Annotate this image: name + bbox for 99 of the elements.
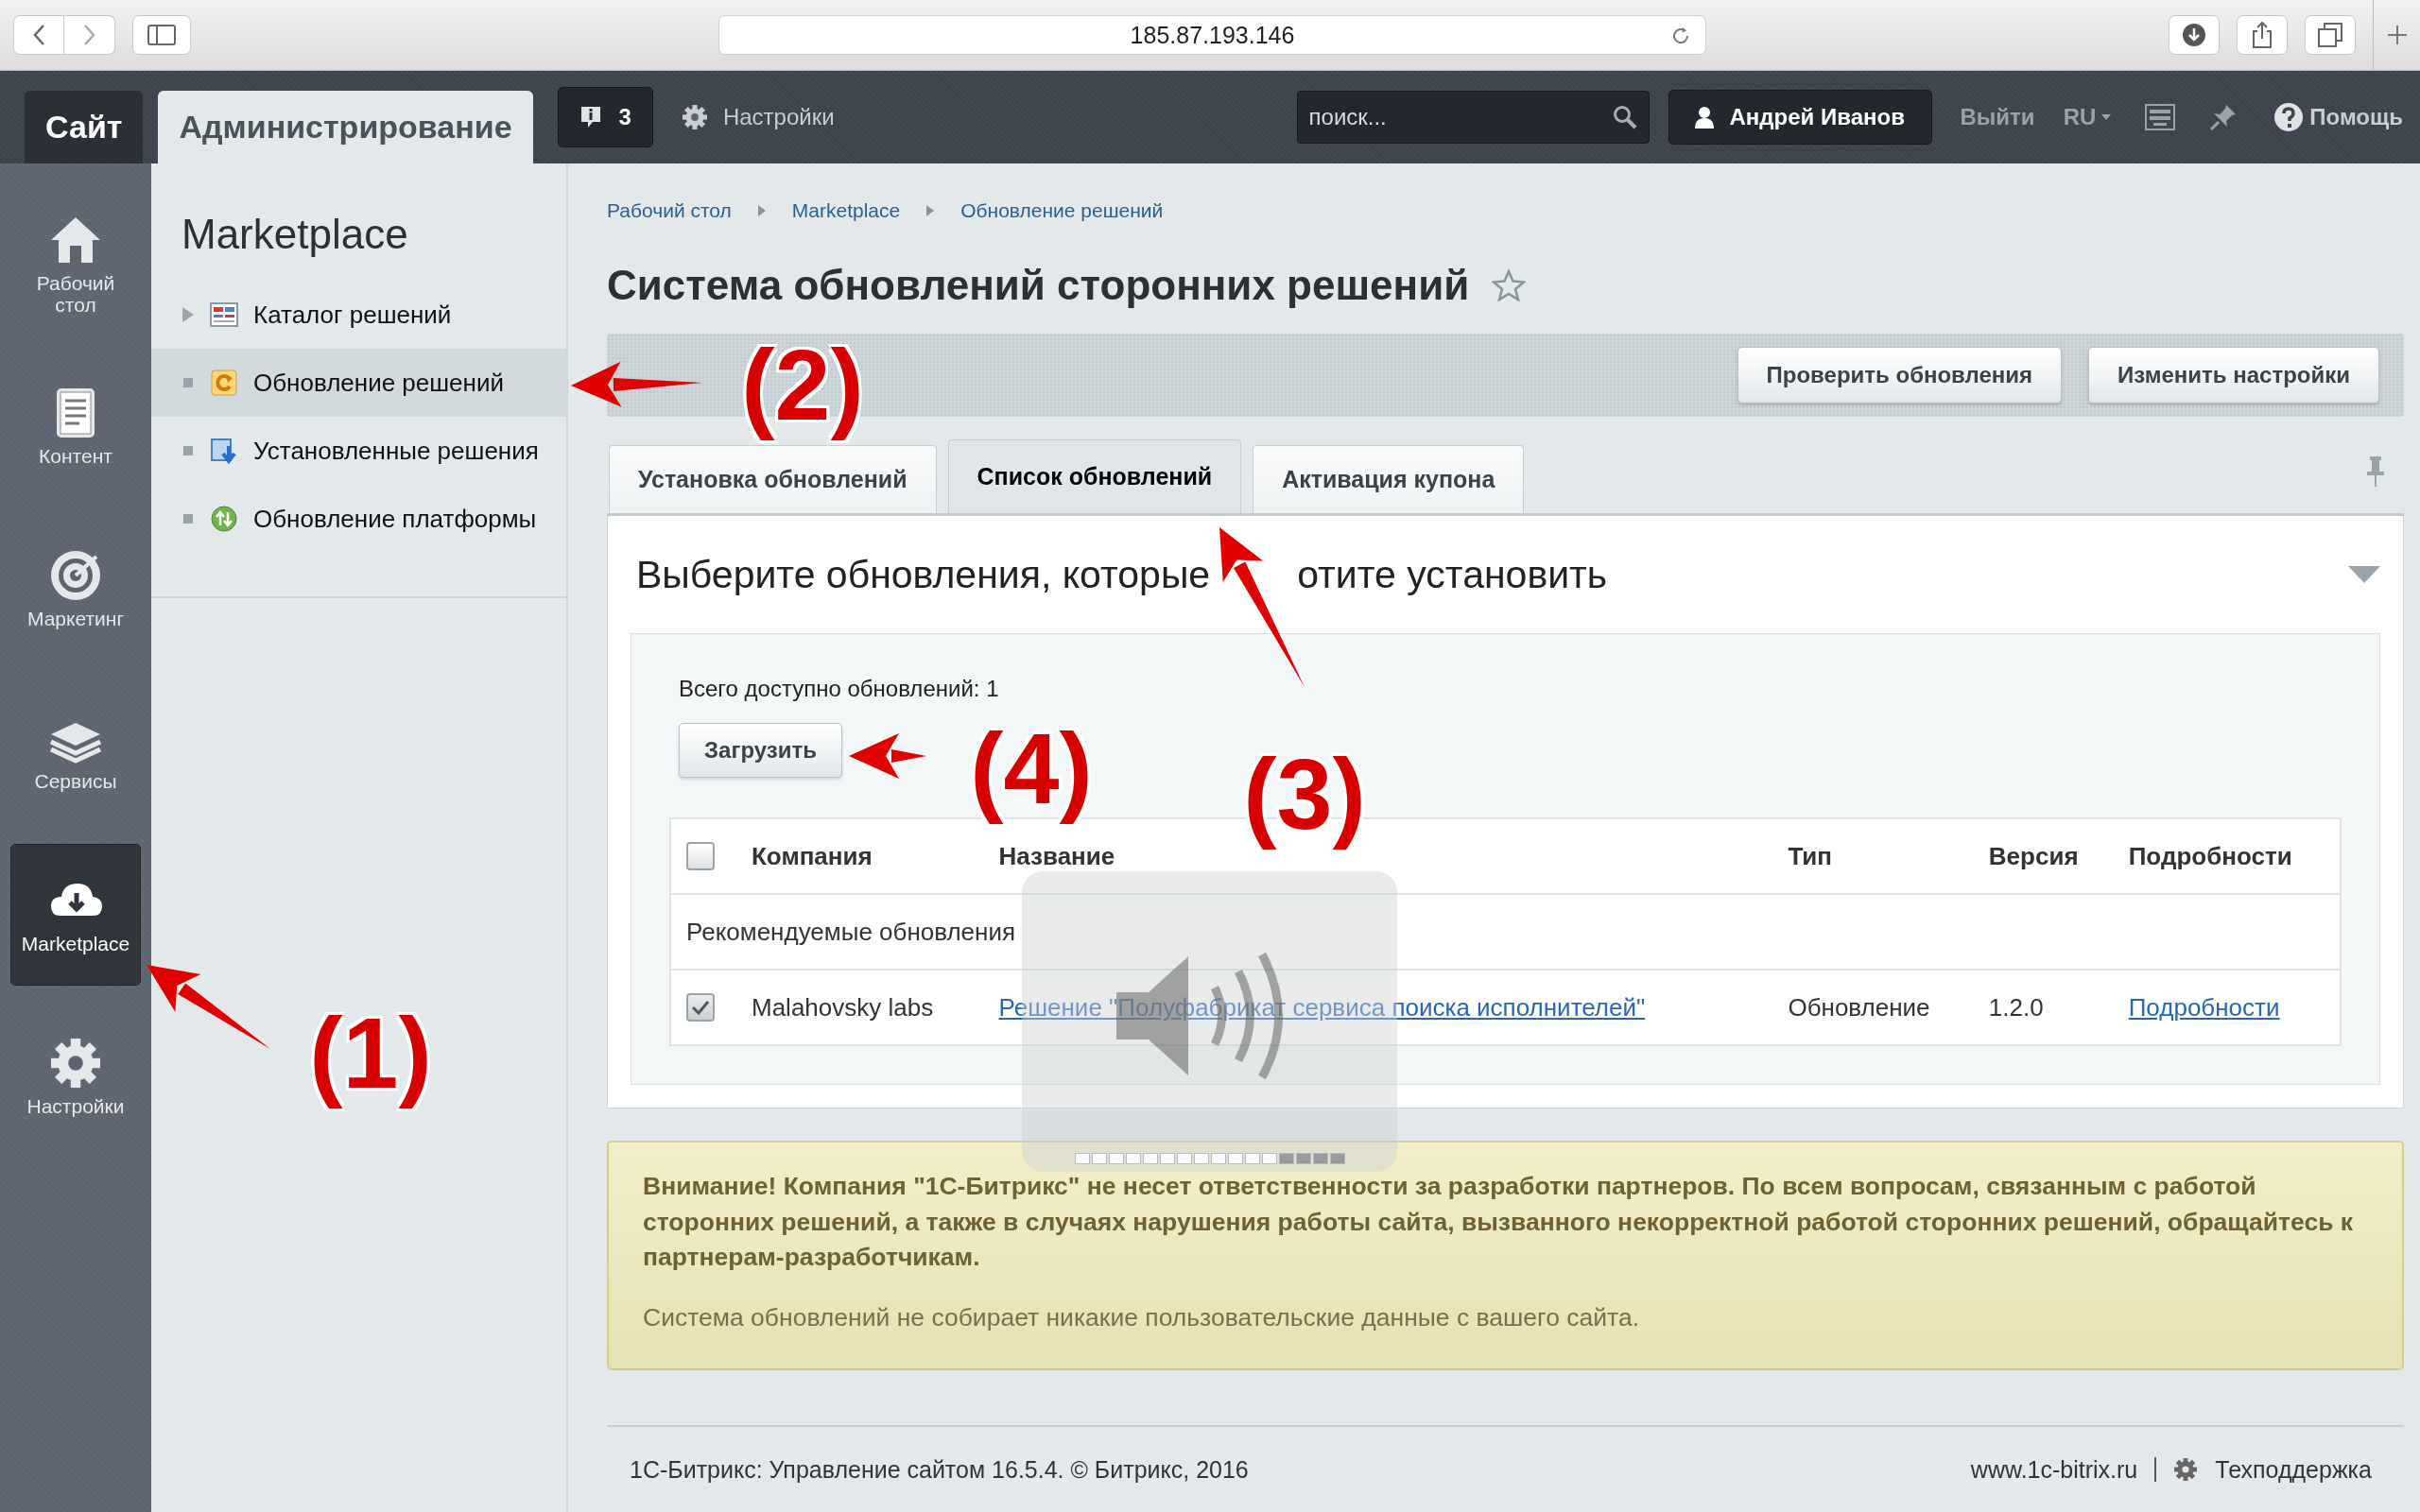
pin-icon[interactable] [2209,103,2238,131]
tab[interactable]: Установка обновлений [609,445,937,513]
menu-label: Обновление решений [253,368,504,398]
keyboard-icon[interactable] [2145,104,2176,130]
downloads-button[interactable] [2169,15,2220,55]
checkbox[interactable] [686,842,715,870]
help-link[interactable]: Помощь [2309,104,2403,130]
settings-link[interactable]: Настройки [722,104,835,130]
address-field[interactable]: 185.87.193.146 [718,15,1706,55]
menu-label: Каталог решений [253,300,452,330]
nav-item[interactable]: Настройки [10,1006,141,1148]
updates-count: Всего доступно обновлений: 1 [679,676,1000,702]
search-field[interactable]: поиск... [1308,96,1613,138]
sidebar-button[interactable] [132,15,191,55]
pin-icon[interactable] [2366,455,2385,487]
nav-item[interactable]: Маркетинг [10,519,141,661]
section-heading: отите установить [1297,552,1608,597]
sidebar-icon [147,25,176,45]
breadcrumb-arrow-icon [926,205,935,216]
table-cell: Malahovsky labs [752,992,934,1022]
share-icon [2251,21,2273,49]
breadcrumb-arrow-icon [757,205,766,216]
caret-icon [2101,114,2112,120]
column-header: Версия [1973,818,2114,894]
column-header: Тип [1772,818,1974,894]
table-cell: 1.2.0 [1988,992,2044,1022]
user-button[interactable]: Андрей Иванов [1668,90,1932,145]
nav-label: Сервисы [34,770,117,793]
menu-item[interactable]: Обновление платформы [151,485,566,553]
install-icon [210,437,238,465]
notifications-button[interactable]: 3 [557,87,653,147]
help-icon [2273,102,2305,132]
nav-label: Контент [39,445,112,468]
page-title: Система обновлений сторонних решений [607,262,1470,309]
url-text: 185.87.193.146 [1130,21,1295,49]
gear-icon [2173,1457,2199,1482]
share-button[interactable] [2237,15,2288,55]
check-icon [691,1000,710,1015]
nav-label: Настройки [26,1095,125,1118]
nav-item[interactable]: Marketplace [10,844,141,986]
gear-icon [49,1037,102,1091]
info-text: Система обновлений не собирает никакие пользовательские данные с вашего сайта. [643,1301,1640,1333]
collapse-arrow-icon[interactable] [2348,566,2380,583]
breadcrumb-link[interactable]: Рабочий стол [607,199,732,222]
forward-icon [82,24,96,46]
menu-label: Установленные решения [253,436,539,466]
tab[interactable]: Активация купона [1253,445,1525,513]
details-link[interactable]: Подробности [2128,992,2280,1022]
breadcrumb-link[interactable]: Marketplace [791,199,901,222]
copyright-text: 1С-Битрикс: Управление сайтом 16.5.4. © Битрикс, 2016 [630,1455,1249,1484]
tab[interactable]: Список обновлений [947,439,1242,513]
toolbar-button[interactable]: Проверить обновления [1737,347,2063,404]
logout-link[interactable]: Выйти [1960,104,2035,130]
star-icon[interactable] [1492,269,1527,301]
column-header: Компания [736,818,984,894]
header-tab[interactable]: Администрирование [158,91,533,163]
section-heading: Выберите обновления, которые [636,552,1211,597]
expand-arrow-icon[interactable] [182,307,194,322]
search-box[interactable]: поиск... [1296,91,1650,144]
support-link[interactable]: Техподдержка [2215,1455,2372,1484]
language-selector[interactable]: RU [2063,104,2112,130]
gear-icon [681,104,708,130]
tabs-icon [2318,23,2342,47]
back-icon [32,24,45,46]
group-title: Рекомендуемые обновления [686,917,1016,946]
table-cell: Обновление [1788,992,1930,1022]
menu-item[interactable]: Обновление решений [151,349,566,417]
nav-item[interactable]: Сервисы [10,681,141,823]
nav-label: Рабочий стол [35,271,116,317]
section-title: Marketplace [181,210,409,259]
toolbar-button[interactable]: Изменить настройки [2088,347,2379,404]
site-link[interactable]: www.1c-bitrix.ru [1970,1455,2138,1484]
search-icon [1612,105,1637,129]
notification-count: 3 [618,104,631,130]
nav-label: Marketplace [21,933,130,955]
tabs-button[interactable] [2305,15,2356,55]
nav-item[interactable]: Рабочий стол [10,194,141,335]
info-icon [579,105,602,129]
column-header: Подробности [2113,818,2341,894]
annotation-label: (1) [308,996,433,1111]
refresh-icon [210,369,238,397]
menu-label: Обновление платформы [253,504,537,534]
menu-item[interactable]: Каталог решений [151,281,566,349]
warning-text: Внимание! Компания "1С-Битрикс" не несет ответственности за разработки партнеров. По всем вопросам, связанным с работой сторонних решений, а также в случаях нарушения работы сайта, вызванного некорректной работой сторонних решений, обращайтесь к партнерам-разработчикам. [643,1171,2355,1274]
nav-label: Маркетинг [26,608,125,630]
checkbox[interactable] [686,993,715,1022]
plus-icon [2385,24,2409,46]
target-icon [49,549,102,603]
load-button[interactable]: Загрузить [679,723,842,778]
catalog-icon [210,301,238,329]
download-icon [2181,22,2207,48]
breadcrumb-link[interactable]: Обновление решений [960,199,1164,222]
nav-item[interactable]: Контент [10,356,141,498]
person-icon [1693,106,1715,129]
update-icon [210,505,238,533]
back-button[interactable] [13,15,64,55]
annotation-label: (2) [740,328,865,443]
menu-item[interactable]: Установленные решения [151,417,566,485]
header-tab[interactable]: Сайт [25,91,144,163]
